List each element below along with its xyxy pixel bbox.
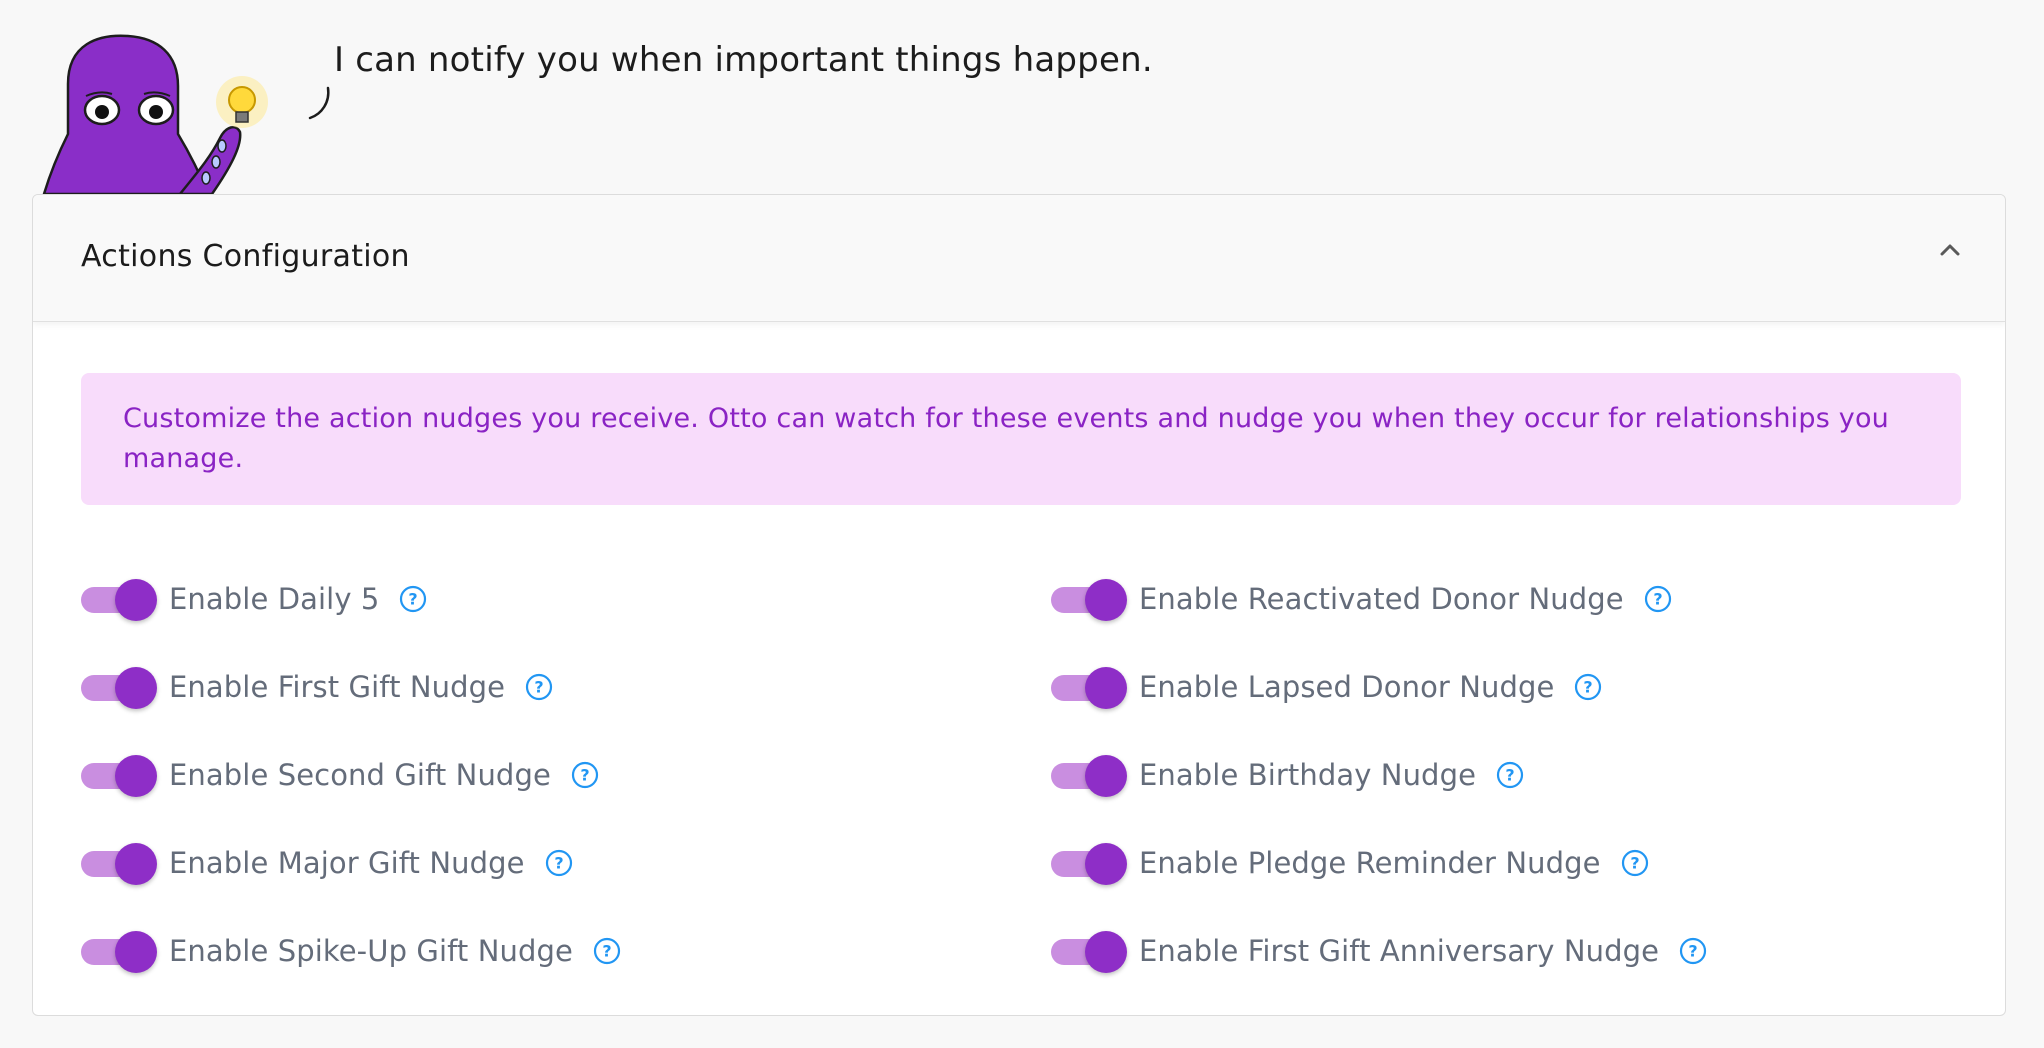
help-icon[interactable]: ? — [593, 937, 621, 965]
help-icon[interactable]: ? — [1496, 761, 1524, 789]
nudge-label: Enable Pledge Reminder Nudge — [1139, 846, 1601, 880]
svg-text:?: ? — [602, 942, 611, 961]
info-banner: Customize the action nudges you receive.… — [81, 373, 1961, 505]
help-icon[interactable]: ? — [1574, 673, 1602, 701]
second-gift-toggle[interactable] — [81, 751, 157, 799]
svg-text:?: ? — [1688, 942, 1697, 961]
reactivated-donor-toggle[interactable] — [1051, 575, 1127, 623]
nudge-row-daily-5: Enable Daily 5 ? — [81, 555, 621, 643]
first-gift-toggle[interactable] — [81, 663, 157, 711]
spike-up-gift-toggle[interactable] — [81, 927, 157, 975]
help-icon[interactable]: ? — [1621, 849, 1649, 877]
svg-text:?: ? — [409, 590, 418, 609]
nudge-row-reactivated-donor: Enable Reactivated Donor Nudge ? — [1051, 555, 1707, 643]
nudge-row-second-gift: Enable Second Gift Nudge ? — [81, 731, 621, 819]
nudge-label: Enable Daily 5 — [169, 582, 380, 616]
lapsed-donor-toggle[interactable] — [1051, 663, 1127, 711]
nudge-label: Enable Major Gift Nudge — [169, 846, 525, 880]
nudge-label: Enable First Gift Anniversary Nudge — [1139, 934, 1660, 968]
help-icon[interactable]: ? — [545, 849, 573, 877]
help-icon[interactable]: ? — [1679, 937, 1707, 965]
nudge-label: Enable First Gift Nudge — [169, 670, 506, 704]
svg-text:?: ? — [1505, 766, 1514, 785]
nudge-list-right: Enable Reactivated Donor Nudge ? Enable … — [1051, 555, 1707, 995]
nudge-row-first-gift: Enable First Gift Nudge ? — [81, 643, 621, 731]
birthday-toggle[interactable] — [1051, 751, 1127, 799]
help-icon[interactable]: ? — [525, 673, 553, 701]
svg-text:?: ? — [580, 766, 589, 785]
svg-text:?: ? — [534, 678, 543, 697]
assistant-message: I can notify you when important things h… — [334, 40, 1153, 80]
nudge-list-left: Enable Daily 5 ? Enable First Gift Nudge… — [81, 555, 621, 995]
nudge-label: Enable Birthday Nudge — [1139, 758, 1477, 792]
card-title: Actions Configuration — [81, 239, 410, 274]
card-header[interactable]: Actions Configuration — [33, 195, 2005, 322]
svg-text:?: ? — [1584, 678, 1593, 697]
nudge-row-spike-up-gift: Enable Spike-Up Gift Nudge ? — [81, 907, 621, 995]
nudge-row-birthday: Enable Birthday Nudge ? — [1051, 731, 1707, 819]
actions-configuration-card: Actions Configuration Customize the acti… — [32, 194, 2006, 1016]
svg-text:?: ? — [554, 854, 563, 873]
chevron-up-icon[interactable] — [1935, 235, 1965, 265]
nudge-label: Enable Reactivated Donor Nudge — [1139, 582, 1624, 616]
nudge-row-major-gift: Enable Major Gift Nudge ? — [81, 819, 621, 907]
nudge-label: Enable Spike-Up Gift Nudge — [169, 934, 573, 968]
svg-text:?: ? — [1653, 590, 1662, 609]
octopus-mascot-image — [42, 34, 268, 194]
nudge-row-lapsed-donor: Enable Lapsed Donor Nudge ? — [1051, 643, 1707, 731]
help-icon[interactable]: ? — [399, 585, 427, 613]
first-gift-anniversary-toggle[interactable] — [1051, 927, 1127, 975]
nudge-row-first-gift-anniversary: Enable First Gift Anniversary Nudge ? — [1051, 907, 1707, 995]
speech-tail — [308, 86, 330, 120]
major-gift-toggle[interactable] — [81, 839, 157, 887]
nudge-label: Enable Lapsed Donor Nudge — [1139, 670, 1555, 704]
help-icon[interactable]: ? — [1644, 585, 1672, 613]
info-banner-text: Customize the action nudges you receive.… — [123, 403, 1889, 474]
nudge-row-pledge-reminder: Enable Pledge Reminder Nudge ? — [1051, 819, 1707, 907]
svg-text:?: ? — [1630, 854, 1639, 873]
pledge-reminder-toggle[interactable] — [1051, 839, 1127, 887]
nudge-label: Enable Second Gift Nudge — [169, 758, 551, 792]
daily-5-toggle[interactable] — [81, 575, 157, 623]
help-icon[interactable]: ? — [571, 761, 599, 789]
